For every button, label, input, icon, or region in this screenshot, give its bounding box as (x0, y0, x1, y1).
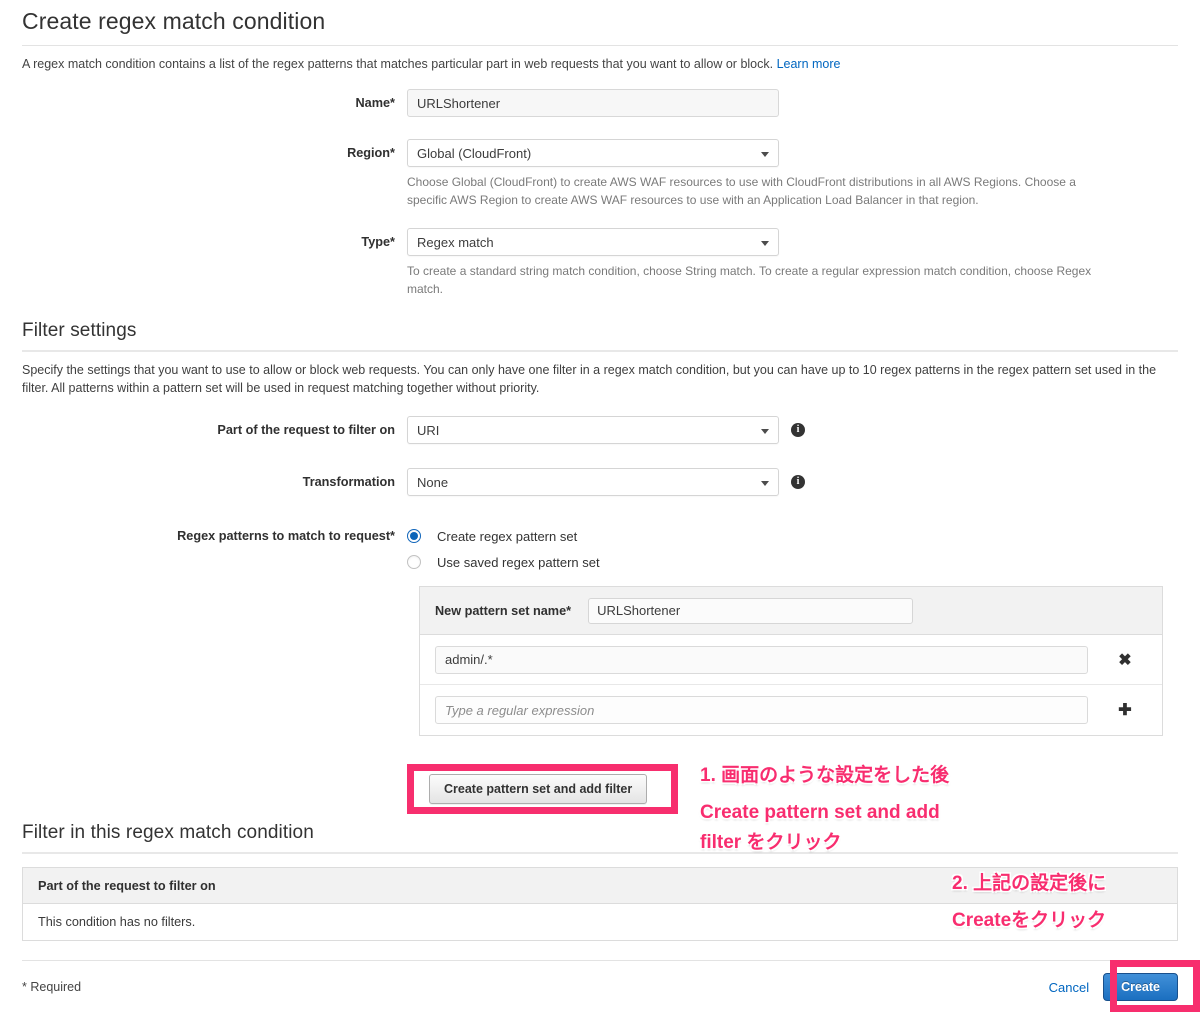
type-select-value: Regex match (417, 235, 494, 250)
pattern-set-name-input[interactable] (588, 597, 914, 624)
create-regex-match-condition-page: Create regex match condition A regex mat… (0, 0, 1200, 1012)
pattern-row: ✚ (420, 685, 1162, 735)
create-button[interactable]: Create (1103, 973, 1178, 1001)
add-pattern-icon[interactable]: ✚ (1088, 700, 1162, 720)
type-label: Type* (361, 235, 395, 249)
info-icon[interactable]: i (791, 475, 805, 489)
footer: * Required Cancel Create (0, 962, 1200, 1012)
radio-use-saved-regex-pattern-set-label: Use saved regex pattern set (437, 554, 600, 570)
radio-create-regex-pattern-set[interactable]: Create regex pattern set (407, 523, 600, 549)
annotation-note1-line3: filter をクリック (700, 832, 842, 853)
radio-use-saved-regex-pattern-set[interactable]: Use saved regex pattern set (407, 549, 600, 575)
annotation-note2-line1: 2. 上記の設定後に (952, 873, 1107, 894)
chevron-down-icon (761, 429, 769, 434)
part-of-request-value: URI (417, 423, 440, 438)
part-of-request-label: Part of the request to filter on (217, 423, 395, 437)
annotation-note1-line1: 1. 画面のような設定をした後 (700, 765, 950, 786)
page-intro-text: A regex match condition contains a list … (22, 57, 774, 71)
filter-settings-description: Specify the settings that you want to us… (22, 363, 1157, 395)
regex-patterns-label: Regex patterns to match to request* (177, 529, 395, 543)
region-help-text: Choose Global (CloudFront) to create AWS… (407, 175, 1076, 207)
pattern-set-name-row: New pattern set name* (420, 587, 1162, 635)
pattern-input-0[interactable] (435, 645, 1088, 674)
page-intro: A regex match condition contains a list … (0, 46, 1200, 73)
chevron-down-icon (761, 241, 769, 246)
part-of-request-select[interactable]: URI (407, 416, 779, 444)
filter-table-heading: Filter in this regex match condition (22, 822, 314, 843)
new-pattern-set-panel: New pattern set name* ✖ ✚ (419, 586, 1163, 736)
radio-selected-icon (407, 529, 421, 543)
filter-settings-heading: Filter settings (22, 320, 137, 341)
transformation-label: Transformation (302, 475, 395, 489)
pattern-row: ✖ (420, 635, 1162, 685)
chevron-down-icon (761, 481, 769, 486)
region-select[interactable]: Global (CloudFront) (407, 139, 779, 167)
info-icon[interactable]: i (791, 423, 805, 437)
transformation-select[interactable]: None (407, 468, 779, 496)
part-of-request-row: Part of the request to filter on URI i (0, 416, 1200, 444)
name-input[interactable] (407, 89, 779, 117)
regex-patterns-row: Regex patterns to match to request* Crea… (0, 522, 1200, 575)
required-note: * Required (22, 980, 82, 994)
transformation-row: Transformation None i (0, 468, 1200, 496)
type-row: Type* Regex match To create a standard s… (0, 228, 1200, 298)
cancel-button[interactable]: Cancel (1049, 980, 1089, 995)
filter-table-divider (22, 852, 1178, 854)
transformation-value: None (417, 475, 449, 490)
region-row: Region* Global (CloudFront) Choose Globa… (0, 139, 1200, 209)
radio-create-regex-pattern-set-label: Create regex pattern set (437, 528, 578, 544)
type-help-text: To create a standard string match condit… (407, 264, 1092, 296)
remove-pattern-icon[interactable]: ✖ (1088, 650, 1162, 670)
pattern-input-1[interactable] (435, 696, 1088, 724)
chevron-down-icon (761, 152, 769, 157)
name-row: Name* (0, 89, 1200, 117)
name-label: Name* (355, 96, 396, 110)
learn-more-link[interactable]: Learn more (777, 57, 841, 71)
annotation-note2-line2: Createをクリック (952, 910, 1107, 931)
radio-unselected-icon (407, 555, 421, 569)
footer-divider (22, 960, 1178, 961)
type-select[interactable]: Regex match (407, 228, 779, 256)
create-pattern-set-and-add-filter-button[interactable]: Create pattern set and add filter (429, 774, 648, 804)
region-select-value: Global (CloudFront) (417, 146, 532, 161)
region-label: Region* (347, 146, 395, 160)
page-title: Create regex match condition (22, 8, 326, 34)
pattern-set-name-label: New pattern set name* (435, 603, 572, 618)
